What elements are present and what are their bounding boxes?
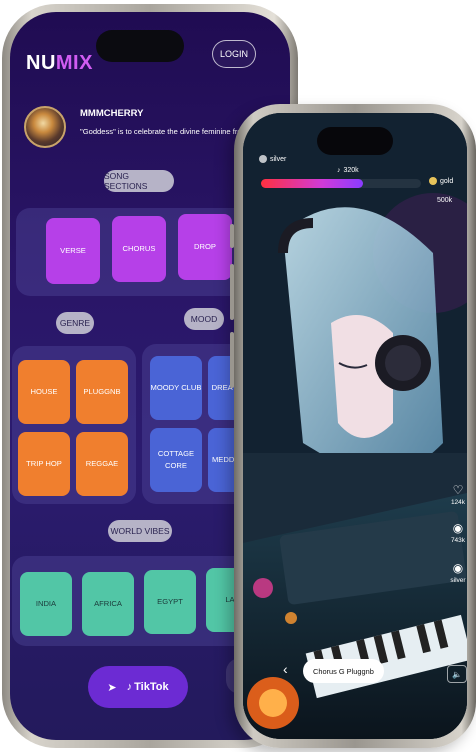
- dynamic-island-right: [317, 127, 393, 155]
- progress-fill: [261, 179, 364, 188]
- logo-part-1: NU: [26, 52, 56, 74]
- hud-silver-label: silver: [270, 155, 287, 163]
- badge-icon: ◉: [452, 561, 464, 575]
- app-logo: NUMIX: [26, 52, 93, 75]
- anime-dj-artwork: [243, 113, 467, 739]
- section-tile-drop[interactable]: DROP: [178, 214, 232, 280]
- song-sections-label: SONG SECTIONS: [104, 170, 174, 192]
- view-action[interactable]: ◉ 743k: [443, 521, 467, 544]
- right-phone-frame: silver ♪ 320k gold 500k ♡ 124k ◉ 743k ◉ …: [230, 104, 476, 748]
- logo-part-2: MIX: [55, 52, 93, 74]
- right-phone-screen: silver ♪ 320k gold 500k ♡ 124k ◉ 743k ◉ …: [243, 113, 467, 739]
- like-action[interactable]: ♡ 124k: [443, 483, 467, 506]
- hud-gold-label: gold: [440, 177, 454, 185]
- hud-gold-value: 500k: [437, 197, 452, 204]
- world-vibes-label: WORLD VIBES: [108, 520, 172, 542]
- view-count: 743k: [450, 537, 466, 544]
- tiktok-share-button[interactable]: ➤ ♪ TikTok: [88, 666, 188, 708]
- song-chip[interactable]: Chorus G Pluggnb: [303, 659, 384, 683]
- share-arrow-icon: ➤: [107, 681, 117, 694]
- world-tile-india[interactable]: INDIA: [20, 572, 72, 636]
- tiktok-label: TikTok: [134, 681, 169, 693]
- genre-tile-pluggnb[interactable]: PLUGGNB: [76, 360, 128, 424]
- volume-icon[interactable]: 🔈: [447, 665, 467, 683]
- mood-label: MOOD: [184, 308, 224, 330]
- world-tile-africa[interactable]: AFRICA: [82, 572, 134, 636]
- progress-track: [261, 179, 421, 188]
- back-chevron-icon[interactable]: ‹: [283, 661, 288, 677]
- genre-label: GENRE: [56, 312, 94, 334]
- mood-tile-cottage-core[interactable]: COTTAGE CORE: [150, 428, 202, 492]
- login-button[interactable]: LOGIN: [212, 40, 256, 68]
- section-tile-chorus[interactable]: CHORUS: [112, 216, 166, 282]
- hud-silver: silver: [259, 155, 286, 163]
- world-tile-egypt[interactable]: EGYPT: [144, 570, 196, 634]
- gold-coin-icon: [429, 177, 437, 185]
- hud-center-label: 320k: [343, 167, 359, 174]
- tiktok-icon: ♪: [126, 681, 133, 693]
- dynamic-island: [96, 30, 184, 62]
- genre-tile-trip-hop[interactable]: TRIP HOP: [18, 432, 70, 496]
- avatar[interactable]: [24, 106, 66, 148]
- genre-tile-reggae[interactable]: REGGAE: [76, 432, 128, 496]
- genre-tile-house[interactable]: HOUSE: [18, 360, 70, 424]
- hud-center: ♪ 320k: [337, 167, 359, 174]
- profile-name: MMMCHERRY: [80, 108, 144, 119]
- silver-coin-icon: [259, 155, 267, 163]
- volume-up-button: [230, 264, 234, 320]
- hud-gold-value-label: 500k: [437, 197, 453, 204]
- action-button: [230, 224, 234, 248]
- eye-icon: ◉: [452, 521, 464, 535]
- volume-down-button: [230, 332, 234, 388]
- like-count: 124k: [450, 499, 466, 506]
- heart-icon: ♡: [452, 483, 464, 497]
- genre-panel: HOUSE PLUGGNB TRIP HOP REGGAE: [12, 346, 136, 504]
- music-note-icon: ♪: [337, 167, 341, 174]
- mood-tile-moody-club[interactable]: MOODY CLUB: [150, 356, 202, 420]
- hud-gold: gold: [429, 177, 453, 185]
- badge-label: silver: [450, 577, 466, 584]
- badge-action[interactable]: ◉ silver: [443, 561, 467, 584]
- section-tile-verse[interactable]: VERSE: [46, 218, 100, 284]
